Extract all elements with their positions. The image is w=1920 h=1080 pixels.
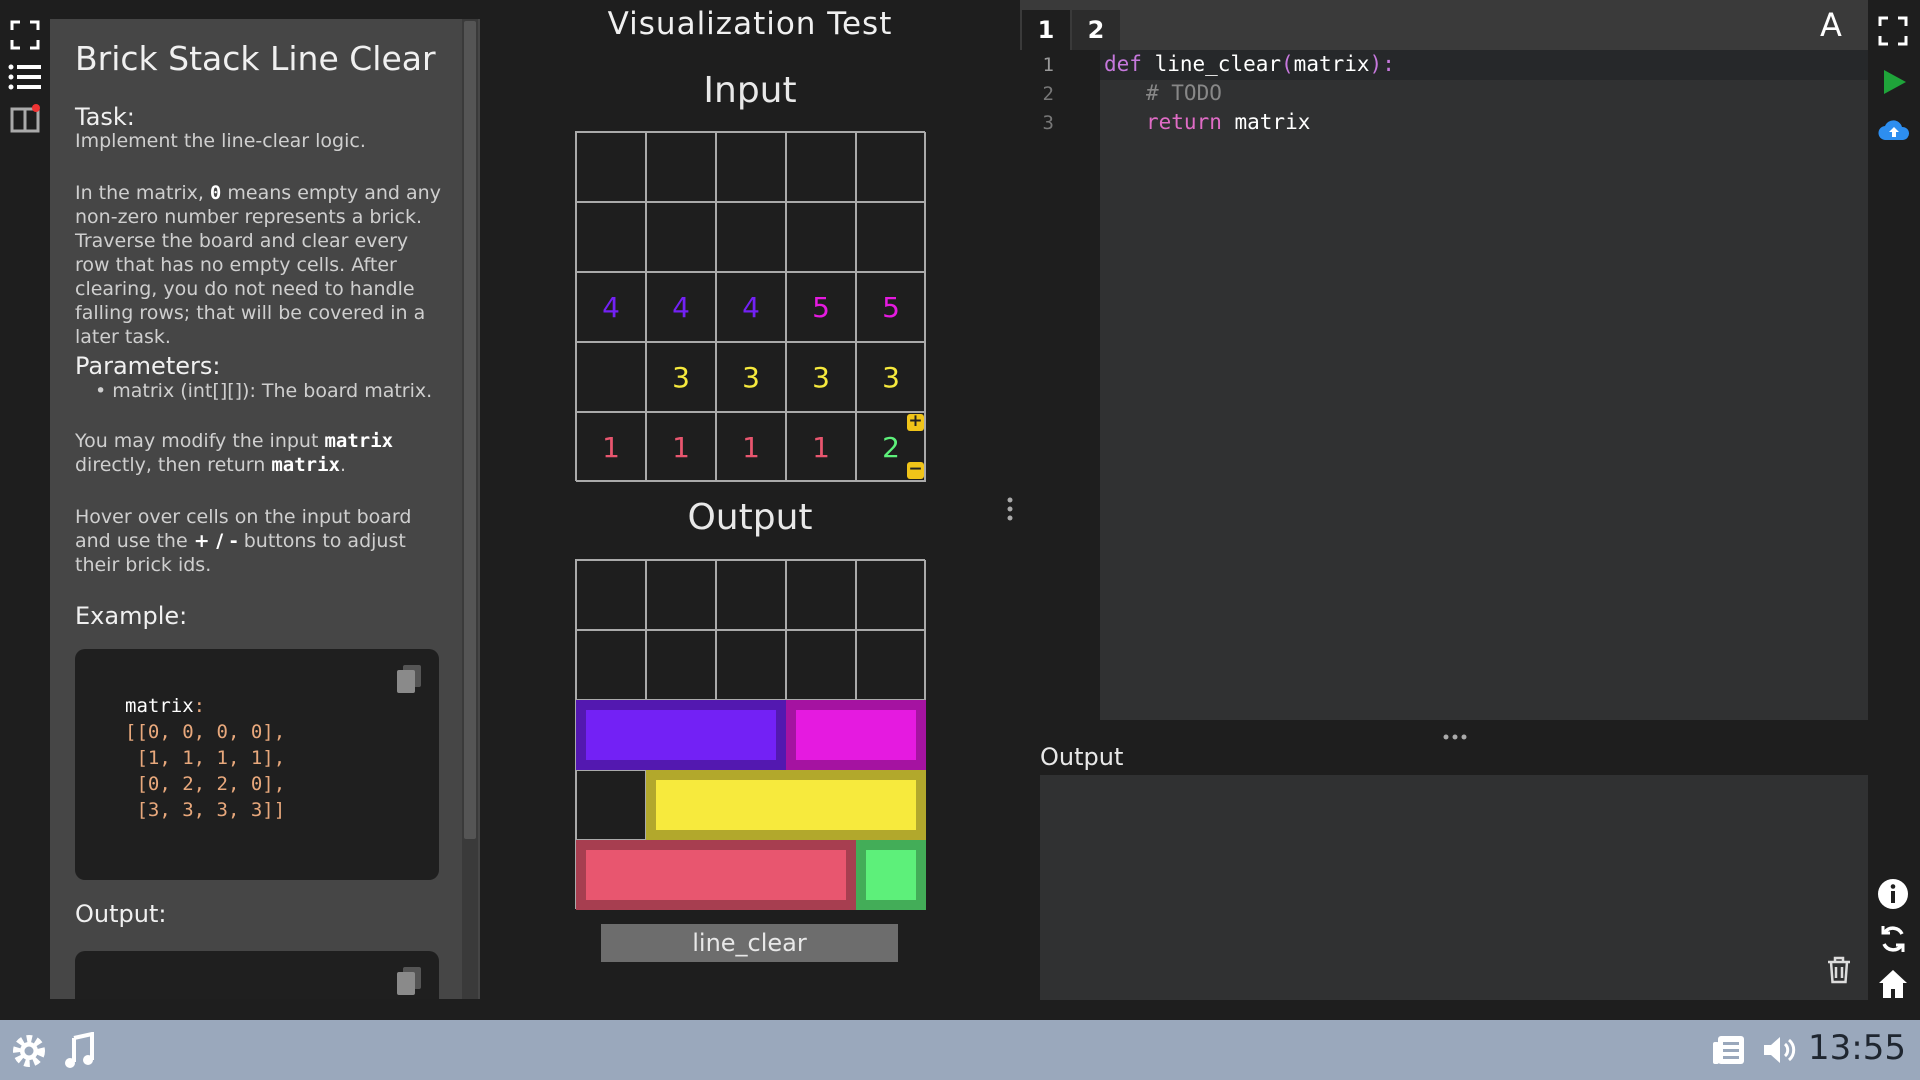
line-clear-button[interactable]: line_clear xyxy=(601,924,898,962)
output-board xyxy=(575,559,926,910)
input-cell[interactable]: 4 xyxy=(646,272,716,342)
volume-icon[interactable] xyxy=(1762,1034,1798,1070)
tab-1[interactable]: 1 xyxy=(1022,10,1070,50)
output-cell xyxy=(576,770,646,840)
line-number: 1 xyxy=(1042,54,1054,76)
output-cell xyxy=(576,630,646,700)
right-rail xyxy=(1868,0,1920,1020)
cloud-upload-icon[interactable] xyxy=(1878,118,1910,146)
param-item: • matrix (int[][]): The board matrix. xyxy=(95,380,433,402)
left-rail xyxy=(0,0,50,1020)
input-cell[interactable]: 1 xyxy=(576,412,646,482)
code-line-1[interactable]: def line_clear(matrix): xyxy=(1104,52,1395,76)
settings-gear-icon[interactable] xyxy=(10,1032,48,1074)
hover-note: Hover over cells on the input board and … xyxy=(75,506,412,576)
task-text: Implement the line-clear logic. xyxy=(75,130,366,152)
music-icon[interactable] xyxy=(62,1031,96,1074)
taskbar: 13:55 xyxy=(0,1020,1920,1080)
example-heading: Example: xyxy=(75,602,188,630)
input-cell[interactable]: 3 xyxy=(856,342,926,412)
output-cell xyxy=(576,560,646,630)
scrollbar-thumb[interactable] xyxy=(464,21,476,839)
input-cell[interactable]: 4 xyxy=(716,272,786,342)
input-cell[interactable] xyxy=(786,202,856,272)
input-cell[interactable] xyxy=(576,202,646,272)
viz-title: Visualization Test xyxy=(607,6,893,42)
home-icon[interactable] xyxy=(1877,968,1909,1004)
task-heading: Task: xyxy=(75,103,135,131)
line-gutter: 1 2 3 xyxy=(1020,50,1100,720)
vertical-splitter-icon[interactable] xyxy=(1006,497,1014,525)
input-title: Input xyxy=(703,70,797,111)
output-cell xyxy=(646,560,716,630)
font-size-icon[interactable]: A xyxy=(1820,6,1842,44)
info-icon[interactable] xyxy=(1877,878,1909,914)
output-code-block xyxy=(75,951,439,999)
run-icon[interactable] xyxy=(1882,68,1908,100)
input-cell[interactable] xyxy=(716,132,786,202)
output-brick xyxy=(576,700,786,770)
params-heading: Parameters: xyxy=(75,352,221,380)
input-cell[interactable] xyxy=(786,132,856,202)
code-line-3[interactable]: return matrix xyxy=(1146,110,1310,134)
input-cell[interactable]: 3 xyxy=(786,342,856,412)
trash-icon[interactable] xyxy=(1826,956,1852,988)
list-icon[interactable] xyxy=(8,60,42,94)
book-icon[interactable] xyxy=(8,102,42,136)
output-cell xyxy=(786,630,856,700)
increment-button[interactable]: + xyxy=(907,413,924,431)
input-board: 4 4 4 5 5 3 3 3 3 1 1 1 1 2 + − xyxy=(575,131,926,482)
input-cell[interactable]: 1 xyxy=(786,412,856,482)
input-cell[interactable]: 1 xyxy=(716,412,786,482)
copy-icon[interactable] xyxy=(397,967,421,995)
output-brick xyxy=(786,700,926,770)
output-brick xyxy=(576,840,856,910)
input-cell[interactable]: 1 xyxy=(646,412,716,482)
input-cell[interactable]: 3 xyxy=(716,342,786,412)
news-icon[interactable] xyxy=(1712,1034,1746,1070)
output-label: Output xyxy=(1040,743,1124,771)
input-cell[interactable]: 3 xyxy=(646,342,716,412)
output-cell xyxy=(786,560,856,630)
task-title: Brick Stack Line Clear xyxy=(75,39,436,78)
task-description: In the matrix, 0 means empty and any non… xyxy=(75,182,441,348)
input-cell[interactable]: 4 xyxy=(576,272,646,342)
copy-icon[interactable] xyxy=(397,665,421,693)
clock: 13:55 xyxy=(1808,1028,1906,1068)
line-number: 2 xyxy=(1042,83,1054,105)
output-console xyxy=(1040,775,1868,1000)
output-cell xyxy=(716,630,786,700)
line-number: 3 xyxy=(1042,112,1054,134)
refresh-icon[interactable] xyxy=(1877,923,1909,959)
input-cell[interactable] xyxy=(646,132,716,202)
output-cell xyxy=(646,630,716,700)
output-heading: Output: xyxy=(75,900,167,928)
fullscreen-icon[interactable] xyxy=(1878,16,1908,50)
editor-tabs-bar: 1 2 A xyxy=(1020,0,1868,50)
fullscreen-icon[interactable] xyxy=(8,18,42,52)
task-panel: Brick Stack Line Clear Task: Implement t… xyxy=(50,19,480,999)
horizontal-splitter-icon[interactable] xyxy=(1443,726,1467,745)
output-cell xyxy=(856,560,926,630)
code-editor[interactable]: def line_clear(matrix): # TODO return ma… xyxy=(1100,50,1868,720)
code-line-2[interactable]: # TODO xyxy=(1146,81,1222,105)
input-cell[interactable] xyxy=(576,342,646,412)
input-cell[interactable] xyxy=(856,132,926,202)
input-cell[interactable] xyxy=(576,132,646,202)
output-cell xyxy=(856,630,926,700)
task-scrollbar[interactable] xyxy=(462,19,478,999)
example-code-block: matrix: [[0, 0, 0, 0], [1, 1, 1, 1], [0,… xyxy=(75,649,439,880)
output-cell xyxy=(716,560,786,630)
input-cell[interactable]: 5 xyxy=(786,272,856,342)
input-cell[interactable]: 5 xyxy=(856,272,926,342)
input-cell[interactable] xyxy=(646,202,716,272)
input-cell[interactable] xyxy=(716,202,786,272)
output-brick xyxy=(646,770,926,840)
output-title: Output xyxy=(687,497,813,538)
output-brick xyxy=(856,840,926,910)
modify-note: You may modify the input matrix directly… xyxy=(75,430,394,476)
input-cell[interactable] xyxy=(856,202,926,272)
tab-2[interactable]: 2 xyxy=(1072,10,1120,50)
decrement-button[interactable]: − xyxy=(907,461,924,479)
